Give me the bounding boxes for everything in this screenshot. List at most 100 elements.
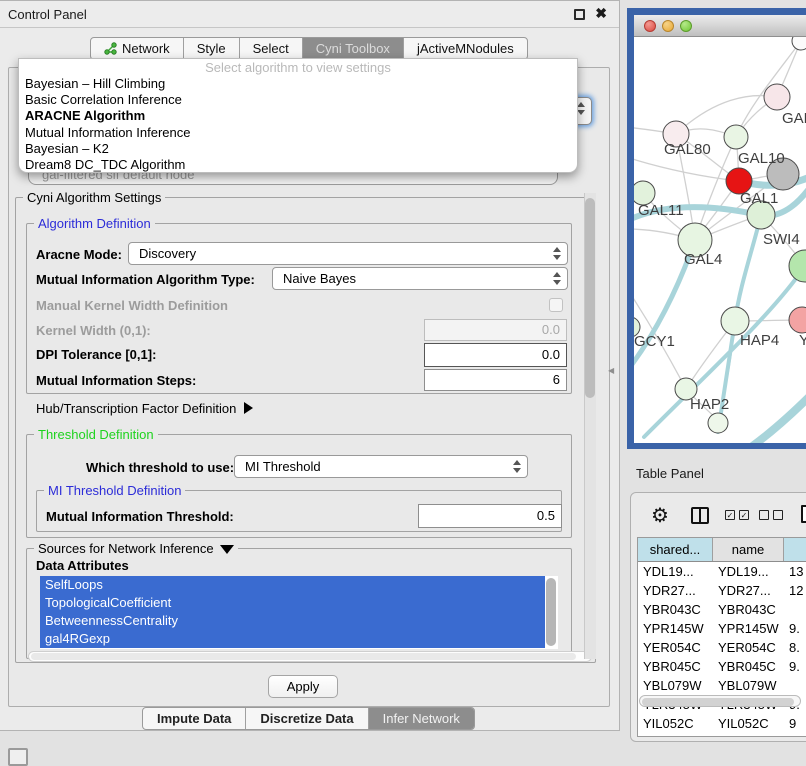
algorithm-option[interactable]: Dream8 DC_TDC Algorithm <box>19 157 577 173</box>
data-attributes-label: Data Attributes <box>36 558 129 573</box>
node-label: GAL10 <box>738 150 785 167</box>
node-table: shared... name YDL19...YDL19...13 YDR27.… <box>637 537 806 737</box>
cell-value: 8. <box>784 638 806 657</box>
node[interactable] <box>764 84 790 110</box>
deselect-all-columns-icon[interactable] <box>759 510 783 520</box>
cell-value: 12 <box>784 581 806 600</box>
node-label: GAL80 <box>664 141 711 158</box>
column-header-partial[interactable] <box>784 538 806 561</box>
aracne-mode-value: Discovery <box>139 246 196 261</box>
network-canvas[interactable]: GAL GAL80 GAL10 GAL1 GAL11 GAL4 SWI4 GCY… <box>634 37 806 443</box>
mi-type-combo[interactable]: Naive Bayes <box>272 267 568 290</box>
tab-infer-network[interactable]: Infer Network <box>369 708 474 729</box>
algorithm-option[interactable]: Mutual Information Inference <box>19 125 577 141</box>
table-row[interactable]: YDR27...YDR27...12 <box>638 581 806 600</box>
scrollbar-thumb[interactable] <box>642 698 794 706</box>
column-header-name[interactable]: name <box>713 538 784 561</box>
select-all-columns-icon[interactable]: ✓✓ <box>725 510 749 520</box>
node-swi4[interactable] <box>789 250 806 282</box>
cell-shared: YDL19... <box>638 562 713 581</box>
node-label: SWI4 <box>763 231 800 248</box>
manual-kernel-checkbox[interactable] <box>549 298 563 312</box>
tab-cyni-toolbox[interactable]: Cyni Toolbox <box>303 38 404 59</box>
tab-style-label: Style <box>197 38 226 59</box>
cell-value: 9. <box>784 619 806 638</box>
tab-network[interactable]: Network <box>91 38 184 59</box>
collapse-down-icon <box>220 545 234 554</box>
cell-name: YBR045C <box>713 657 784 676</box>
tab-style[interactable]: Style <box>184 38 240 59</box>
kernel-width-field[interactable]: 0.0 <box>424 319 567 341</box>
attribute-item-selected[interactable]: SelfLoops <box>40 576 545 594</box>
table-row[interactable]: YBR043CYBR043C <box>638 600 806 619</box>
tab-select-label: Select <box>253 38 289 59</box>
gear-icon[interactable]: ⚙ <box>651 503 669 528</box>
which-threshold-label: Which threshold to use: <box>86 460 234 475</box>
tab-discretize-data[interactable]: Discretize Data <box>246 708 368 729</box>
horizontal-scrollbar[interactable] <box>28 651 592 662</box>
cell-name: YER054C <box>713 638 784 657</box>
table-row[interactable]: YBL079WYBL079W <box>638 676 806 695</box>
new-table-icon[interactable] <box>801 505 806 523</box>
table-row[interactable]: YER054CYER054C8. <box>638 638 806 657</box>
apply-button[interactable]: Apply <box>268 675 338 698</box>
algorithm-option[interactable]: Bayesian – K2 <box>19 141 577 157</box>
algorithm-option-selected[interactable]: ARACNE Algorithm <box>19 108 577 124</box>
stepper-arrows-icon <box>577 102 584 115</box>
hub-definition-label: Hub/Transcription Factor Definition <box>36 401 236 416</box>
cell-shared: YBL079W <box>638 676 713 695</box>
which-threshold-combo[interactable]: MI Threshold <box>234 455 528 478</box>
network-icon <box>104 42 117 55</box>
close-panel-icon[interactable]: ✖ <box>595 5 607 22</box>
attribute-item-selected[interactable]: gal4RGexp <box>40 630 545 648</box>
table-row[interactable]: YPR145WYPR145W9. <box>638 619 806 638</box>
settings-scrollbar-thumb[interactable] <box>585 198 595 398</box>
cell-shared: YBR045C <box>638 657 713 676</box>
kernel-width-label: Kernel Width (0,1): <box>36 323 151 338</box>
column-header-shared-name[interactable]: shared... <box>638 538 713 561</box>
tab-select[interactable]: Select <box>240 38 303 59</box>
node[interactable] <box>708 413 728 433</box>
minimized-panel-icon[interactable] <box>8 748 28 766</box>
network-window: GAL GAL80 GAL10 GAL1 GAL11 GAL4 SWI4 GCY… <box>634 15 806 443</box>
mi-threshold-field[interactable]: 0.5 <box>418 504 562 528</box>
close-window-icon[interactable] <box>644 20 656 32</box>
float-panel-icon[interactable] <box>574 9 585 20</box>
table-row[interactable]: YDL19...YDL19...13 <box>638 562 806 581</box>
split-columns-icon[interactable] <box>691 507 709 524</box>
scrollbar-thumb[interactable] <box>31 653 576 660</box>
cell-value <box>784 600 806 619</box>
tab-network-label: Network <box>122 38 170 59</box>
table-toolbar: ⚙ ✓✓ <box>643 503 806 529</box>
threshold-definition-title: Threshold Definition <box>34 427 158 442</box>
aracne-mode-combo[interactable]: Discovery <box>128 242 568 265</box>
cell-shared: YBR043C <box>638 600 713 619</box>
tab-impute-data-label: Impute Data <box>157 711 231 726</box>
attribute-item-selected[interactable]: TopologicalCoefficient <box>40 594 545 612</box>
attribute-item-selected[interactable]: BetweennessCentrality <box>40 612 545 630</box>
table-horizontal-scrollbar[interactable] <box>639 695 801 707</box>
split-pane-collapse-icon[interactable]: ◀ <box>608 366 614 375</box>
node-gal10[interactable] <box>724 125 748 149</box>
dpi-tolerance-field[interactable]: 0.0 <box>424 343 567 367</box>
settings-group-title: Cyni Algorithm Settings <box>23 190 165 205</box>
tab-impute-data[interactable]: Impute Data <box>143 708 246 729</box>
hub-definition-expander[interactable]: Hub/Transcription Factor Definition <box>36 401 253 416</box>
table-row[interactable]: YIL052CYIL052C9 <box>638 714 806 733</box>
tab-jactivemnodules[interactable]: jActiveMNodules <box>404 38 527 59</box>
minimize-window-icon[interactable] <box>662 20 674 32</box>
attributes-list-scrollbar[interactable] <box>546 578 556 646</box>
table-header-row: shared... name <box>638 538 806 562</box>
node[interactable] <box>792 37 806 50</box>
sources-group-title[interactable]: Sources for Network Inference <box>34 541 238 556</box>
zoom-window-icon[interactable] <box>680 20 692 32</box>
which-threshold-value: MI Threshold <box>245 459 321 474</box>
node-label: GCY1 <box>634 333 675 350</box>
node-salmon[interactable] <box>789 307 806 333</box>
node-hap4[interactable] <box>721 307 749 335</box>
network-window-titlebar[interactable] <box>634 15 806 37</box>
algorithm-option[interactable]: Bayesian – Hill Climbing <box>19 76 577 92</box>
table-row[interactable]: YBR045CYBR045C9. <box>638 657 806 676</box>
mi-steps-field[interactable]: 6 <box>424 369 567 391</box>
algorithm-option[interactable]: Basic Correlation Inference <box>19 92 577 108</box>
